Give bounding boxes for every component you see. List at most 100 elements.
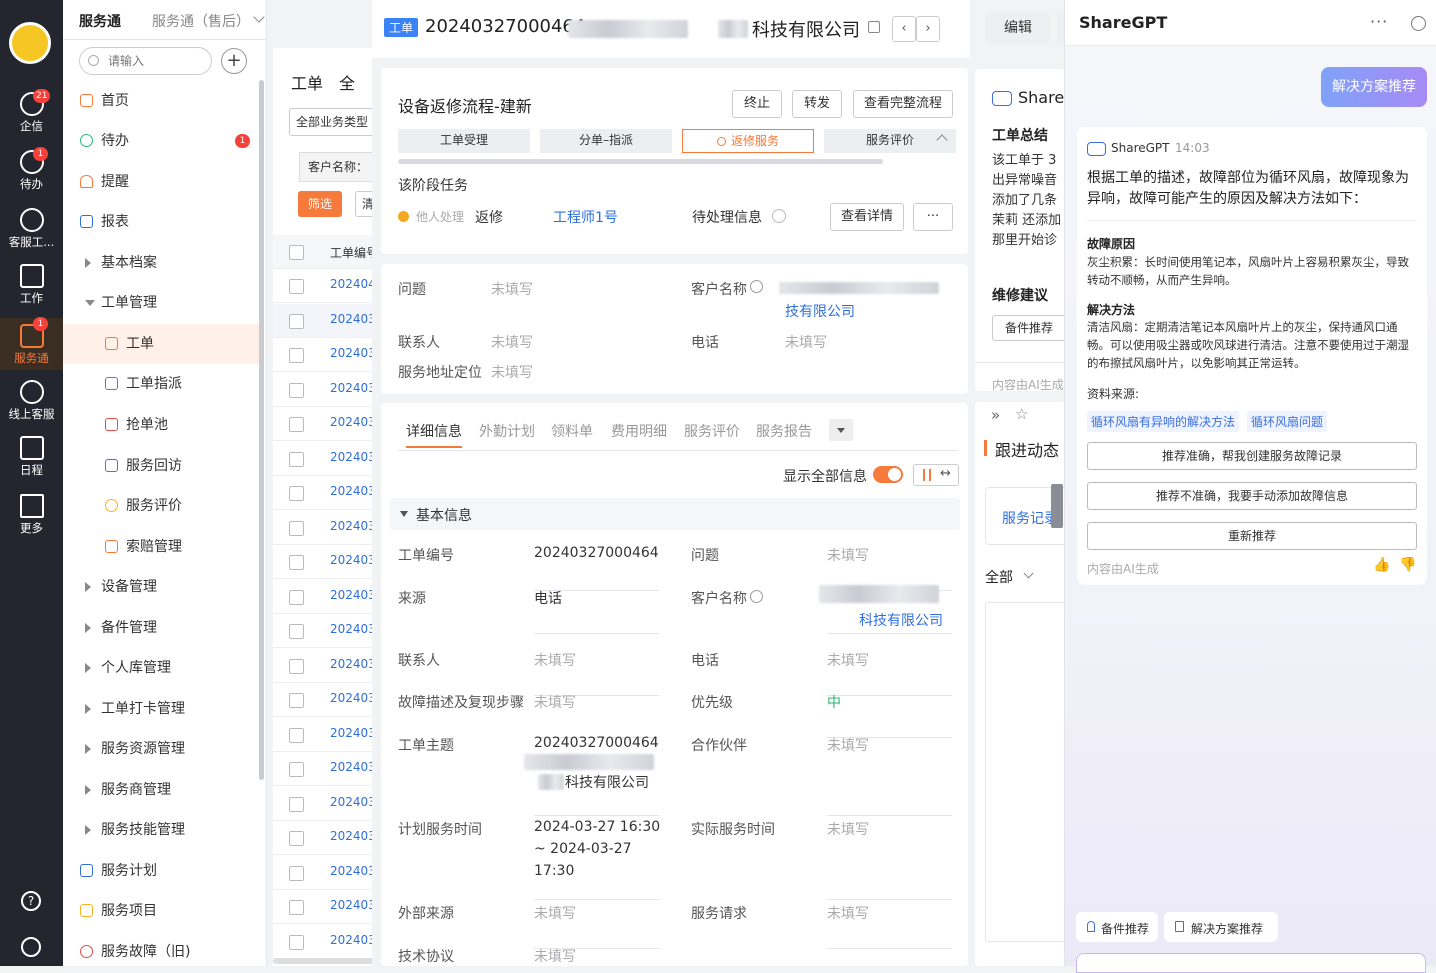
help-icon[interactable]: ? <box>21 891 41 911</box>
table-row[interactable]: 2024032 <box>273 545 383 579</box>
tab-0[interactable]: 详细信息 <box>406 421 462 448</box>
rail-item-work[interactable]: 工作 <box>0 264 63 314</box>
service-record-link[interactable]: 服务记录 <box>1002 508 1058 528</box>
table-row[interactable]: 2024032 <box>273 787 383 821</box>
rail-item-calendar[interactable]: 日程 <box>0 436 63 486</box>
table-row[interactable]: 2024032 <box>273 373 383 407</box>
nav-item-claim[interactable]: 索赔管理 <box>63 527 259 567</box>
pin-icon[interactable]: ☆ <box>1015 405 1028 423</box>
nav-item-remind[interactable]: 提醒 <box>63 162 259 202</box>
app-logo[interactable] <box>9 22 51 64</box>
row-checkbox[interactable] <box>289 693 304 708</box>
table-row[interactable]: 2024032 <box>273 614 383 648</box>
add-button[interactable]: + <box>221 48 247 74</box>
table-row[interactable]: 2024032 <box>273 303 383 338</box>
thumbs-down-icon[interactable]: 👎 <box>1399 557 1416 573</box>
parts-recommend-button[interactable]: 备件推荐 <box>992 315 1065 341</box>
chevron-down-icon[interactable] <box>1023 568 1034 579</box>
nav-item-dispatch[interactable]: 工单指派 <box>63 364 259 404</box>
nav-item-todo[interactable]: 待办 1 <box>63 121 259 161</box>
collapse-handle[interactable] <box>1051 484 1063 528</box>
row-checkbox[interactable] <box>289 589 304 605</box>
list-title-all[interactable]: 全 <box>339 70 355 94</box>
row-checkbox[interactable] <box>289 313 304 329</box>
rail-item-online-service[interactable]: 线上客服 <box>0 380 63 430</box>
row-checkbox[interactable] <box>289 900 304 915</box>
row-checkbox[interactable] <box>289 796 304 812</box>
table-row[interactable]: 2024032 <box>273 407 383 441</box>
nav-item-resource[interactable]: 服务资源管理 <box>63 729 259 769</box>
table-row[interactable]: 2024032 <box>273 925 383 959</box>
flow-scrollbar[interactable] <box>398 159 883 164</box>
show-all-toggle[interactable] <box>873 466 903 483</box>
source-link-2[interactable]: 循环风扇问题 <box>1247 411 1328 432</box>
row-checkbox[interactable] <box>289 727 304 743</box>
table-row[interactable]: 2024032 <box>273 338 383 372</box>
table-row[interactable]: 2024032 <box>273 649 383 683</box>
row-checkbox[interactable] <box>289 865 304 881</box>
clock-icon[interactable] <box>21 937 41 957</box>
engineer-link[interactable]: 工程师1号 <box>553 207 618 227</box>
nav-item-device[interactable]: 设备管理 <box>63 567 259 607</box>
prev-button[interactable]: ‹ <box>892 16 916 42</box>
nav-item-plan[interactable]: 服务计划 <box>63 851 259 891</box>
tab-5[interactable]: 服务报告 <box>756 421 812 441</box>
tab-4[interactable]: 服务评价 <box>684 421 740 441</box>
filter-all[interactable]: 全部 <box>985 567 1013 587</box>
row-checkbox[interactable] <box>289 486 304 501</box>
rail-item-fuwutong[interactable]: 服务通 1 <box>0 317 63 370</box>
row-checkbox[interactable] <box>289 520 304 536</box>
row-checkbox[interactable] <box>289 762 304 777</box>
table-row[interactable]: 2024032 <box>273 718 383 752</box>
chat-input[interactable] <box>1076 953 1426 973</box>
flow-step[interactable]: 服务评价 <box>824 129 956 153</box>
nav-item-rating[interactable]: 服务评价 <box>63 486 259 526</box>
table-row[interactable]: 2024032 <box>273 821 383 855</box>
settings-circle-icon[interactable] <box>1411 16 1426 31</box>
double-chevron-icon[interactable]: » <box>991 406 1000 424</box>
layout-toggle[interactable] <box>913 464 959 486</box>
tab-1[interactable]: 外勤计划 <box>479 421 535 441</box>
flow-step[interactable]: 分单–指派 <box>540 129 672 153</box>
row-checkbox[interactable] <box>289 382 304 398</box>
list-hscrollbar[interactable] <box>273 958 378 964</box>
nav-item-home[interactable]: 首页 <box>63 81 259 121</box>
row-checkbox[interactable] <box>289 555 304 570</box>
row-checkbox[interactable] <box>289 417 304 432</box>
table-row[interactable]: 2024032 <box>273 511 383 545</box>
nav-item-order-mgmt[interactable]: 工单管理 <box>63 283 259 323</box>
row-checkbox[interactable] <box>289 279 304 294</box>
nav-scrollbar[interactable] <box>259 80 264 780</box>
next-button[interactable]: › <box>916 16 940 42</box>
table-row[interactable]: 2024032 <box>273 580 383 614</box>
edit-button[interactable]: 编辑 <box>986 12 1050 44</box>
view-details-button[interactable]: 查看详情 <box>830 203 904 231</box>
filter-button[interactable]: 筛选 <box>298 191 342 217</box>
rail-item-more[interactable]: 更多 <box>0 494 63 544</box>
flow-step[interactable]: 工单受理 <box>398 129 530 153</box>
nav-item-provider[interactable]: 服务商管理 <box>63 770 259 810</box>
row-checkbox[interactable] <box>289 624 304 639</box>
nav-item-skill[interactable]: 服务技能管理 <box>63 810 259 850</box>
retry-button[interactable]: 重新推荐 <box>1087 522 1417 550</box>
table-row[interactable]: 2024032 <box>273 442 383 476</box>
more-button[interactable]: ··· <box>913 203 953 231</box>
source-link-1[interactable]: 循环风扇有异响的解决方法 <box>1087 411 1240 432</box>
tab-2[interactable]: 领料单 <box>551 421 593 441</box>
nav-item-archive[interactable]: 基本档案 <box>63 243 259 283</box>
select-all-checkbox[interactable] <box>289 245 304 260</box>
customer-link[interactable]: 科技有限公司 <box>859 610 943 630</box>
nav-item-order[interactable]: 工单 <box>63 324 259 364</box>
row-checkbox[interactable] <box>289 831 304 846</box>
info-icon[interactable] <box>772 209 786 223</box>
chip-solution[interactable]: 解决方案推荐 <box>1164 912 1278 942</box>
row-checkbox[interactable] <box>289 451 304 467</box>
nav-item-personal-stock[interactable]: 个人库管理 <box>63 648 259 688</box>
thumbs-up-icon[interactable]: 👍 <box>1373 557 1390 573</box>
nav-item-parts[interactable]: 备件管理 <box>63 608 259 648</box>
view-full-flow-button[interactable]: 查看完整流程 <box>853 90 953 118</box>
table-row[interactable]: 2024032 <box>273 890 383 924</box>
customer-link[interactable]: 技有限公司 <box>785 301 855 321</box>
inaccurate-button[interactable]: 推荐不准确，我要手动添加故障信息 <box>1087 482 1417 510</box>
chevron-down-icon[interactable] <box>253 11 265 23</box>
